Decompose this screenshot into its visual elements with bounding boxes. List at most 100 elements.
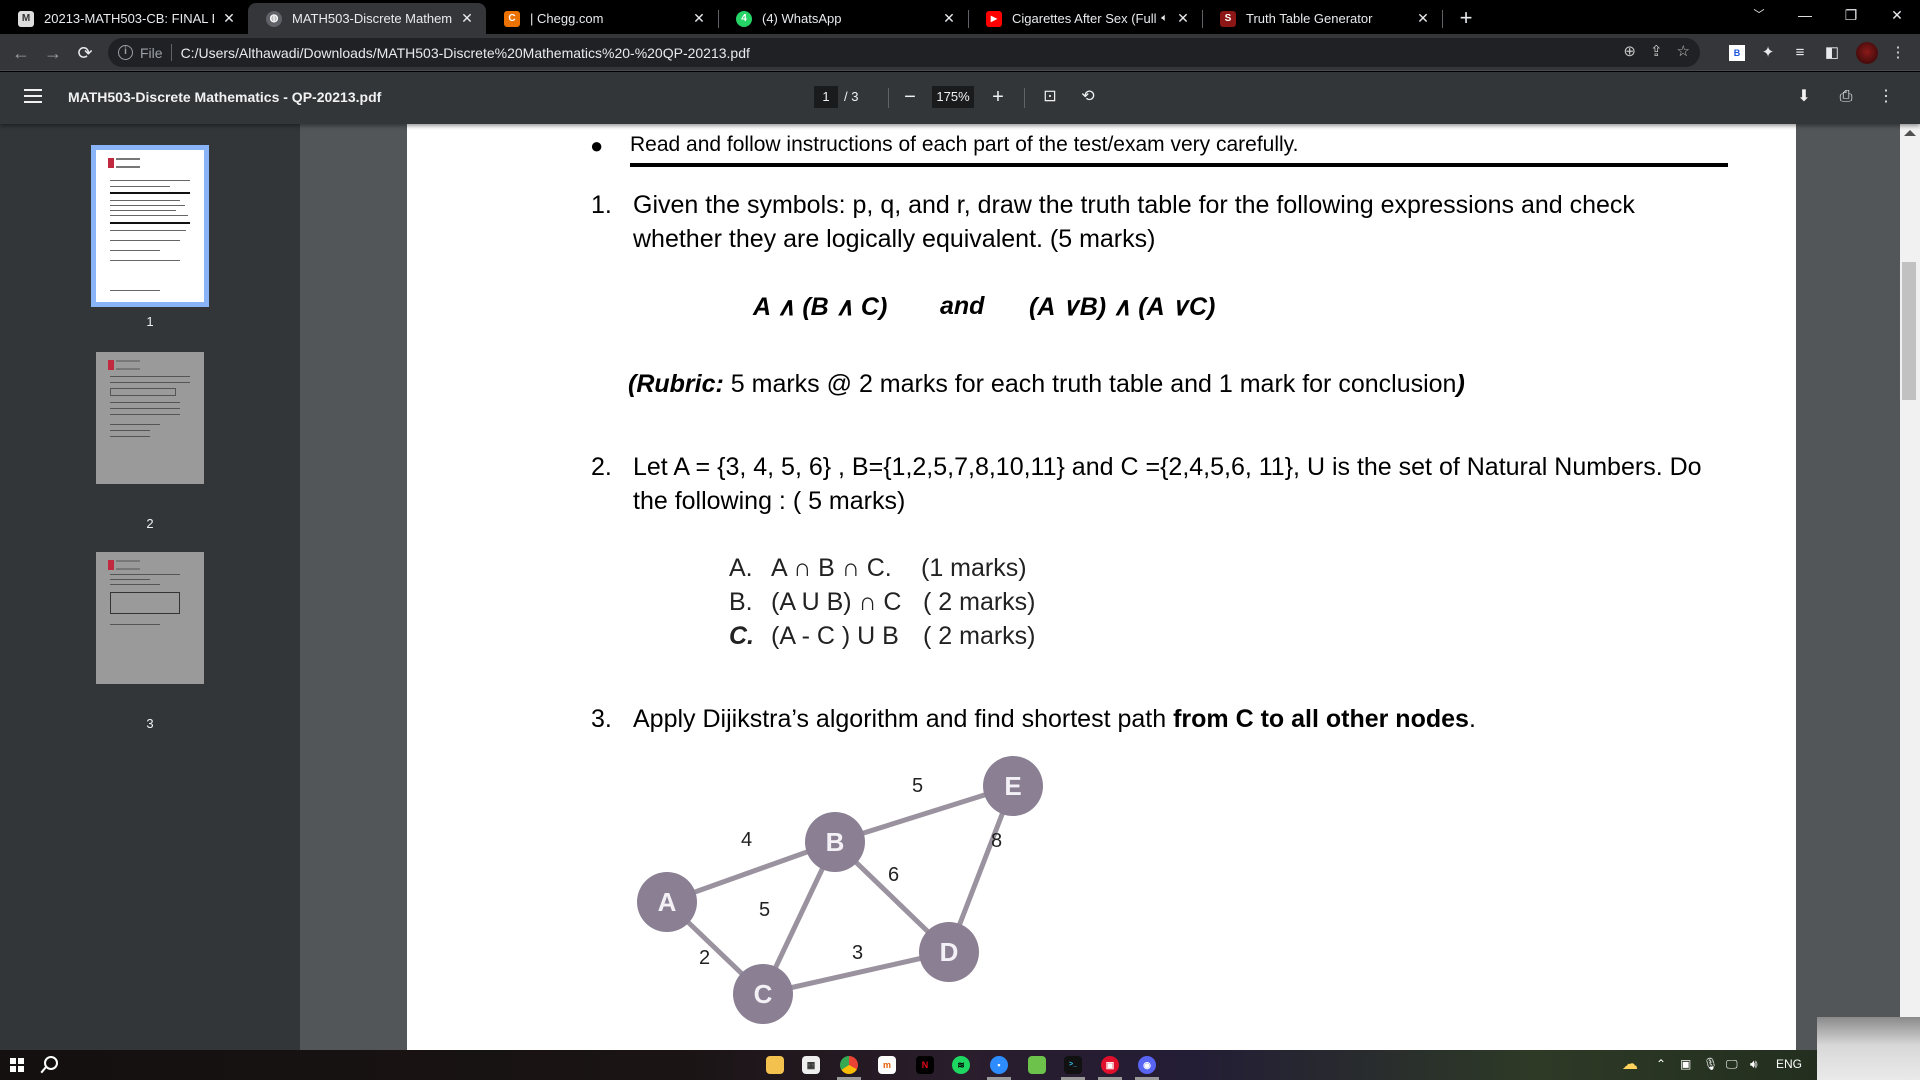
tab-chegg[interactable]: C | Chegg.com ✕	[486, 3, 718, 34]
close-icon[interactable]: ✕	[458, 10, 476, 27]
zoom-icon[interactable]: ⊕	[1623, 42, 1636, 60]
tab-math503-pdf[interactable]: ◍ MATH503-Discrete Mathematics ✕	[248, 3, 486, 34]
thumbnail-page-3[interactable]	[96, 552, 204, 684]
tab-separator	[1442, 10, 1443, 28]
chrome-icon[interactable]	[840, 1056, 858, 1074]
share-icon[interactable]: ⇪	[1650, 42, 1663, 60]
scrollbar-thumb[interactable]	[1902, 262, 1916, 400]
weather-icon[interactable]: ☁	[1622, 1054, 1638, 1074]
logo-text	[116, 560, 140, 570]
rotate-icon[interactable]: ⟲	[1076, 85, 1100, 109]
close-window-button[interactable]: ✕	[1874, 0, 1920, 30]
minecraft-icon[interactable]	[1028, 1056, 1046, 1074]
thumb-line	[110, 290, 160, 291]
close-icon[interactable]: ✕	[1414, 10, 1432, 27]
microsoft-store-icon[interactable]: ▦	[802, 1056, 820, 1074]
tab-truth-table[interactable]: S Truth Table Generator ✕	[1202, 3, 1442, 34]
more-actions-icon[interactable]: ⋮	[1874, 85, 1898, 109]
page-number-input[interactable]: 1	[814, 86, 838, 108]
thumbnail-label: 3	[146, 716, 154, 731]
search-icon[interactable]	[44, 1056, 58, 1070]
tab-final-exam[interactable]: M 20213-MATH503-CB: FINAL EXAM ✕	[0, 3, 248, 34]
divider	[1024, 88, 1025, 108]
forward-button[interactable]: →	[40, 40, 66, 66]
close-icon[interactable]: ✕	[690, 10, 708, 27]
windows-start-icon[interactable]	[10, 1058, 24, 1072]
print-icon[interactable]: ⎙	[1834, 85, 1858, 109]
node-label-C: C	[754, 979, 773, 1009]
file-explorer-icon[interactable]	[766, 1056, 784, 1074]
globe-icon: ◍	[266, 10, 282, 27]
spotify-icon[interactable]: ≋	[952, 1056, 970, 1074]
language-indicator[interactable]: ENG	[1776, 1057, 1802, 1071]
bookmark-star-icon[interactable]: ☆	[1677, 42, 1690, 60]
show-hidden-icons-icon[interactable]: ⌃	[1656, 1057, 1666, 1071]
restore-button[interactable]: ❐	[1828, 0, 1874, 30]
screen: M 20213-MATH503-CB: FINAL EXAM ✕ ◍ MATH5…	[0, 0, 1920, 1080]
profile-avatar[interactable]	[1856, 42, 1878, 64]
terminal-icon[interactable]: >_	[1064, 1056, 1082, 1074]
q2-item-c: C. (A - C ) U B( 2 marks)	[729, 622, 1036, 650]
close-icon[interactable]: ✕	[1174, 10, 1192, 27]
thumb-line	[110, 240, 180, 241]
node-label-D: D	[940, 937, 959, 967]
fit-page-icon[interactable]: ⊡	[1038, 85, 1062, 109]
dijkstra-graph: 4 2 5 6 5 3 8 A B C D E	[637, 756, 1043, 1024]
vertical-scrollbar[interactable]	[1900, 124, 1920, 1050]
scroll-up-arrow-icon[interactable]	[1904, 130, 1916, 136]
zoom-in-button[interactable]: +	[986, 85, 1010, 109]
q2-item-a: A. A ∩ B ∩ C. (1 marks)	[729, 554, 1027, 582]
side-panel-icon[interactable]: ◧	[1822, 43, 1842, 63]
logo-text	[116, 360, 140, 370]
webcam-overlay	[1817, 1017, 1920, 1080]
close-icon[interactable]: ✕	[220, 10, 238, 27]
zoom-out-button[interactable]: −	[898, 85, 922, 109]
edge-weight-B-E: 5	[912, 775, 923, 797]
camera-icon[interactable]: ▣	[1680, 1057, 1691, 1071]
thumbnail-label: 2	[146, 516, 154, 531]
tab-whatsapp[interactable]: 4 (4) WhatsApp ✕	[718, 3, 968, 34]
menu-icon[interactable]	[24, 89, 42, 103]
zoom-level-input[interactable]: 175%	[932, 86, 974, 108]
edge-weight-B-C: 5	[759, 899, 770, 921]
thumb-line	[110, 424, 160, 425]
expression-right: (A ∨B) ∧ (A ∨C)	[1029, 293, 1216, 321]
extension-b-icon[interactable]: B	[1729, 45, 1745, 61]
thumb-line	[110, 205, 185, 206]
close-icon[interactable]: ✕	[940, 10, 958, 27]
expression-left: A ∧ (B ∧ C)	[753, 293, 888, 321]
thumb-line	[110, 210, 176, 211]
thumbnail-page-2[interactable]	[96, 352, 204, 484]
logo-text	[116, 158, 140, 168]
extensions-puzzle-icon[interactable]: ✦	[1758, 43, 1778, 63]
info-icon[interactable]: i	[118, 45, 133, 60]
speaker-icon[interactable]: 🔈︎	[1161, 12, 1168, 25]
discord-icon[interactable]: ◉	[1138, 1056, 1156, 1074]
reload-button[interactable]: ⟳	[72, 40, 98, 66]
thumb-line	[110, 382, 190, 383]
back-button[interactable]: ←	[8, 40, 34, 66]
divider	[170, 44, 172, 61]
more-menu-icon[interactable]: ⋮	[1888, 43, 1908, 63]
microphone-icon[interactable]: 🎙︎	[1703, 1057, 1718, 1071]
network-icon[interactable]: 🖵︎	[1726, 1057, 1738, 1072]
zoom-app-icon[interactable]: ▪	[990, 1056, 1008, 1074]
omnibox-actions: ⊕ ⇪ ☆	[1623, 42, 1690, 60]
question-2: 2. Let A = {3, 4, 5, 6} , B={1,2,5,7,8,1…	[591, 453, 1702, 515]
minimize-button[interactable]: —	[1782, 0, 1828, 30]
url-text[interactable]: C:/Users/Althawadi/Downloads/MATH503-Dis…	[181, 45, 750, 61]
volume-icon[interactable]: 🔊︎	[1750, 1057, 1758, 1072]
netflix-icon[interactable]: N	[916, 1056, 934, 1074]
tab-search-icon[interactable]: ﹀	[1736, 0, 1782, 30]
media-control-icon[interactable]: ≡	[1790, 43, 1810, 63]
tab-youtube[interactable]: ▶ Cigarettes After Sex (Full Album) 🔈︎ ✕	[968, 3, 1202, 34]
thumb-line	[110, 388, 176, 396]
download-icon[interactable]: ⬇	[1792, 85, 1816, 109]
thumbnail-page-1[interactable]	[91, 145, 209, 307]
red-app-icon[interactable]: ▣	[1101, 1056, 1119, 1074]
rubric-q1: (Rubric: 5 marks @ 2 marks for each trut…	[628, 370, 1465, 398]
stanford-icon: S	[1220, 10, 1236, 27]
moodle-taskbar-icon[interactable]: m	[878, 1056, 896, 1074]
address-bar[interactable]: i File C:/Users/Althawadi/Downloads/MATH…	[108, 38, 1700, 67]
new-tab-button[interactable]: +	[1452, 4, 1480, 32]
